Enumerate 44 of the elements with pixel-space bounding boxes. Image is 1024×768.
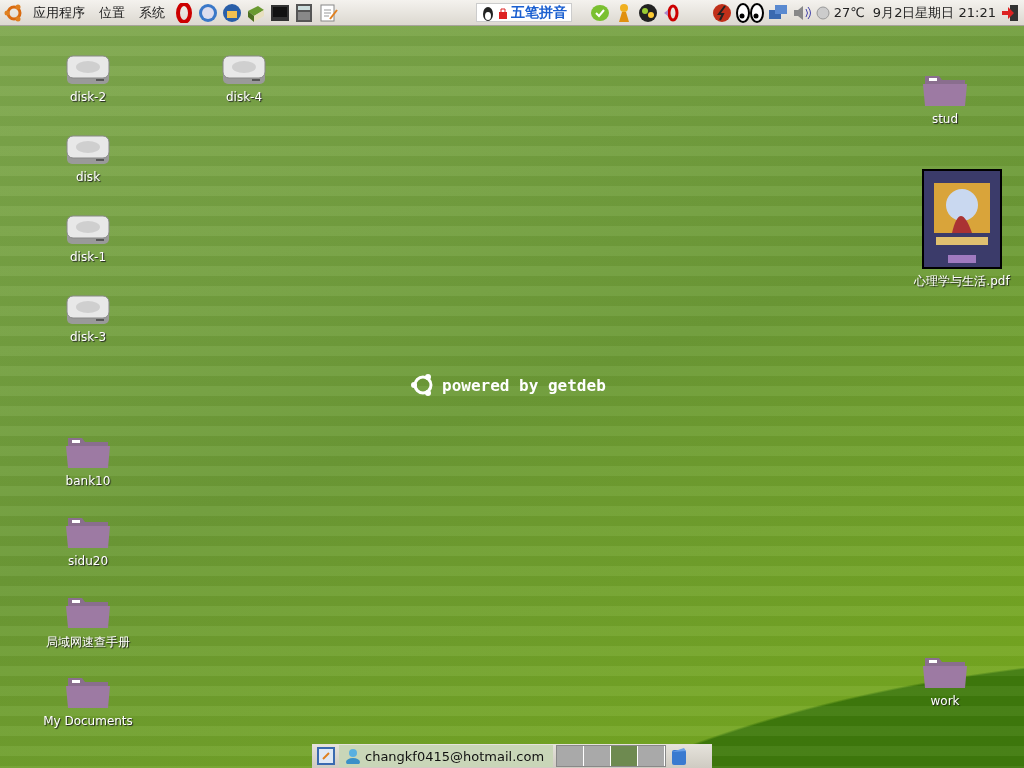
weather-temperature[interactable]: 27℃ bbox=[833, 5, 865, 20]
desktop-icon-label[interactable]: 局域网速查手册 bbox=[46, 634, 130, 651]
menu[interactable]: 应用程序 bbox=[28, 3, 90, 22]
desktop-icon-label[interactable]: disk-2 bbox=[69, 90, 107, 104]
drive-icon bbox=[222, 54, 266, 86]
logout-icon[interactable] bbox=[1000, 2, 1020, 23]
messenger-icon[interactable] bbox=[637, 2, 658, 23]
menu[interactable]: 系统 bbox=[134, 3, 170, 22]
person-icon bbox=[345, 748, 361, 764]
mail-icon[interactable] bbox=[222, 2, 242, 23]
desktop-icon-label[interactable]: stud bbox=[931, 112, 959, 126]
desktop-icon-label[interactable]: disk bbox=[75, 170, 101, 184]
drive-icon bbox=[66, 134, 110, 166]
menu[interactable]: 位置 bbox=[94, 3, 130, 22]
penguin-icon bbox=[480, 4, 495, 21]
terminal-icon[interactable] bbox=[270, 2, 290, 23]
desktop-icon-label[interactable]: My Documents bbox=[43, 714, 133, 728]
workspace[interactable] bbox=[611, 746, 638, 766]
drive-icon bbox=[66, 54, 110, 86]
desktop-icon-label[interactable]: disk-3 bbox=[69, 330, 107, 344]
calculator-icon[interactable] bbox=[294, 2, 314, 23]
clock[interactable]: 9月2日星期日 21:21 bbox=[872, 3, 996, 22]
input-method-indicator[interactable]: 五笔拼音 bbox=[475, 3, 572, 22]
desktop-icon-label[interactable]: bank10 bbox=[65, 474, 111, 488]
eyes-icon[interactable] bbox=[735, 2, 764, 23]
lightning-icon[interactable] bbox=[711, 2, 732, 23]
drive-icon bbox=[66, 294, 110, 326]
show-desktop-icon[interactable] bbox=[316, 746, 336, 766]
desktop-icon-label[interactable]: disk-4 bbox=[225, 90, 263, 104]
desktop-icon-label[interactable]: 心理学与生活.pdf bbox=[914, 273, 1010, 290]
text-editor-icon[interactable] bbox=[318, 2, 338, 23]
lock-icon bbox=[497, 5, 508, 20]
trash-icon[interactable] bbox=[669, 746, 689, 766]
desktop-icon-label[interactable]: work bbox=[930, 694, 960, 708]
drive-icon bbox=[66, 214, 110, 246]
ubuntu-logo-icon[interactable] bbox=[4, 2, 24, 23]
check-bubble-icon[interactable] bbox=[589, 2, 610, 23]
globe-icon[interactable] bbox=[198, 2, 218, 23]
input-method-label: 五笔拼音 bbox=[510, 3, 567, 22]
opera-icon[interactable] bbox=[174, 2, 194, 23]
wallpaper-logo-text: powered by getdeb bbox=[442, 375, 606, 395]
desktop-icon-label[interactable]: disk-1 bbox=[69, 250, 107, 264]
task-button[interactable]: changkf0415@hotmail.com bbox=[339, 745, 553, 767]
desktop-icon-label[interactable]: sidu20 bbox=[67, 554, 109, 568]
